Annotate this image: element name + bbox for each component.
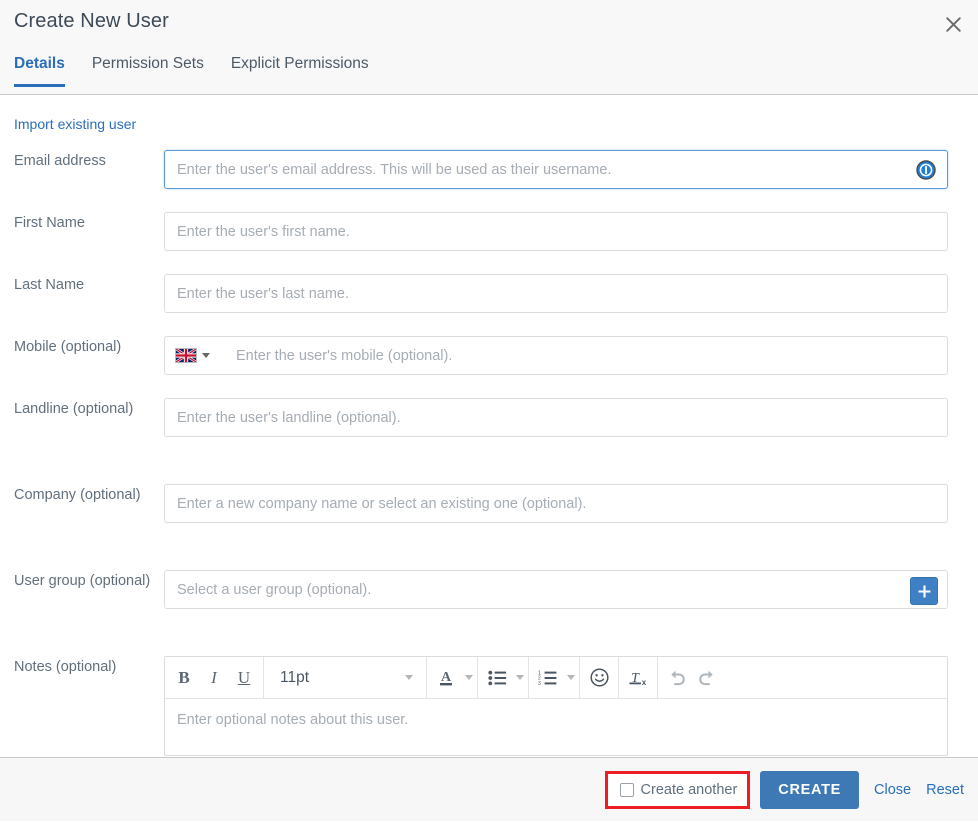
numbered-list-chevron-down-icon[interactable] xyxy=(567,675,575,680)
landline-label: Landline (optional) xyxy=(14,401,134,417)
email-control xyxy=(164,150,948,189)
page-title: Create New User xyxy=(14,10,169,32)
form-row-landline: Landline (optional) xyxy=(0,398,978,437)
import-existing-user-link[interactable]: Import existing user xyxy=(14,116,136,132)
toolbar-group-clear-format: T x xyxy=(619,657,658,698)
footer-actions: Create another CREATE Close Reset xyxy=(604,758,964,822)
tab-explicit-permissions[interactable]: Explicit Permissions xyxy=(231,50,369,87)
bullet-list-button[interactable] xyxy=(482,658,512,697)
svg-text:A: A xyxy=(441,670,452,685)
info-icon[interactable] xyxy=(916,160,936,180)
emoji-button[interactable] xyxy=(584,658,614,697)
last-name-control xyxy=(164,274,948,313)
tab-details-label: Details xyxy=(14,55,65,72)
reset-link[interactable]: Reset xyxy=(926,782,964,798)
form-row-first-name: First Name xyxy=(0,212,978,251)
toolbar-group-fontsize: 11pt xyxy=(264,657,427,698)
chevron-down-icon xyxy=(202,353,210,358)
mobile-control xyxy=(164,336,948,375)
bold-button[interactable]: B xyxy=(169,658,199,697)
dialog-body: Import existing user Email address First… xyxy=(0,96,978,757)
first-name-field[interactable] xyxy=(164,212,948,251)
country-code-select[interactable] xyxy=(175,336,210,375)
toolbar-group-bullet-list xyxy=(478,657,529,698)
text-color-chevron-down-icon[interactable] xyxy=(465,675,473,680)
font-size-value: 11pt xyxy=(280,668,310,686)
tab-permission-sets-label: Permission Sets xyxy=(91,55,204,72)
tab-permission-sets[interactable]: Permission Sets xyxy=(92,50,204,87)
create-another-checkbox[interactable] xyxy=(619,783,634,797)
company-field[interactable] xyxy=(164,484,948,523)
dialog-header: Create New User Details Permission Sets … xyxy=(0,0,978,95)
form-row-user-group: User group (optional) xyxy=(0,570,978,609)
user-group-field[interactable] xyxy=(164,570,948,609)
form-row-notes: Notes (optional) B I U 11pt A 1 2 3 T x … xyxy=(0,656,978,756)
chevron-down-icon xyxy=(405,675,413,680)
redo-button[interactable] xyxy=(692,658,722,697)
clear-format-button[interactable]: T x xyxy=(623,658,653,697)
form-row-last-name: Last Name xyxy=(0,274,978,313)
toolbar-group-color: A xyxy=(427,657,478,698)
svg-text:x: x xyxy=(642,678,647,687)
company-control xyxy=(164,484,948,523)
email-field[interactable] xyxy=(164,150,948,189)
form-row-email: Email address xyxy=(0,150,978,189)
user-group-label: User group (optional) xyxy=(14,573,151,589)
landline-control xyxy=(164,398,948,437)
toolbar-group-history xyxy=(658,657,726,698)
dialog-footer: Create another CREATE Close Reset xyxy=(0,757,978,821)
add-user-group-button[interactable] xyxy=(910,577,938,605)
dialog-tabs: Details Permission Sets Explicit Permiss… xyxy=(0,50,396,95)
notes-label: Notes (optional) xyxy=(14,659,117,675)
last-name-field[interactable] xyxy=(164,274,948,313)
undo-button[interactable] xyxy=(662,658,692,697)
user-group-control xyxy=(164,570,948,609)
bullet-list-chevron-down-icon[interactable] xyxy=(516,675,524,680)
create-another-checkbox-row[interactable]: Create another xyxy=(619,782,738,798)
font-size-select[interactable]: 11pt xyxy=(268,658,422,697)
create-another-highlight: Create another xyxy=(604,771,751,809)
mobile-label: Mobile (optional) xyxy=(14,339,122,355)
notes-rich-text-editor: B I U 11pt A 1 2 3 T x Enter optional no… xyxy=(164,656,948,756)
text-color-button[interactable]: A xyxy=(431,658,461,697)
toolbar-group-numbered-list: 1 2 3 xyxy=(529,657,580,698)
create-another-label: Create another xyxy=(640,782,738,798)
notes-editor-body[interactable]: Enter optional notes about this user. xyxy=(165,699,947,755)
united-kingdom-flag-icon xyxy=(175,347,197,364)
form-row-company: Company (optional) xyxy=(0,484,978,523)
numbered-list-button[interactable]: 1 2 3 xyxy=(533,658,563,697)
close-link[interactable]: Close xyxy=(874,782,911,798)
editor-toolbar: B I U 11pt A 1 2 3 T x xyxy=(165,657,947,699)
toolbar-group-emoji xyxy=(580,657,619,698)
svg-text:3: 3 xyxy=(538,681,541,686)
underline-button[interactable]: U xyxy=(229,658,259,697)
close-icon[interactable] xyxy=(938,9,968,39)
form-row-mobile: Mobile (optional) xyxy=(0,336,978,375)
tab-explicit-permissions-label: Explicit Permissions xyxy=(230,55,369,72)
first-name-control xyxy=(164,212,948,251)
landline-field[interactable] xyxy=(164,398,948,437)
mobile-field[interactable] xyxy=(164,336,948,375)
first-name-label: First Name xyxy=(14,215,85,231)
last-name-label: Last Name xyxy=(14,277,85,293)
notes-control: B I U 11pt A 1 2 3 T x Enter optional no… xyxy=(164,656,948,756)
create-button[interactable]: CREATE xyxy=(760,771,860,809)
tab-details[interactable]: Details xyxy=(14,50,65,87)
company-label: Company (optional) xyxy=(14,487,141,503)
toolbar-group-style: B I U xyxy=(165,657,264,698)
italic-button[interactable]: I xyxy=(199,658,229,697)
email-label: Email address xyxy=(14,153,106,169)
